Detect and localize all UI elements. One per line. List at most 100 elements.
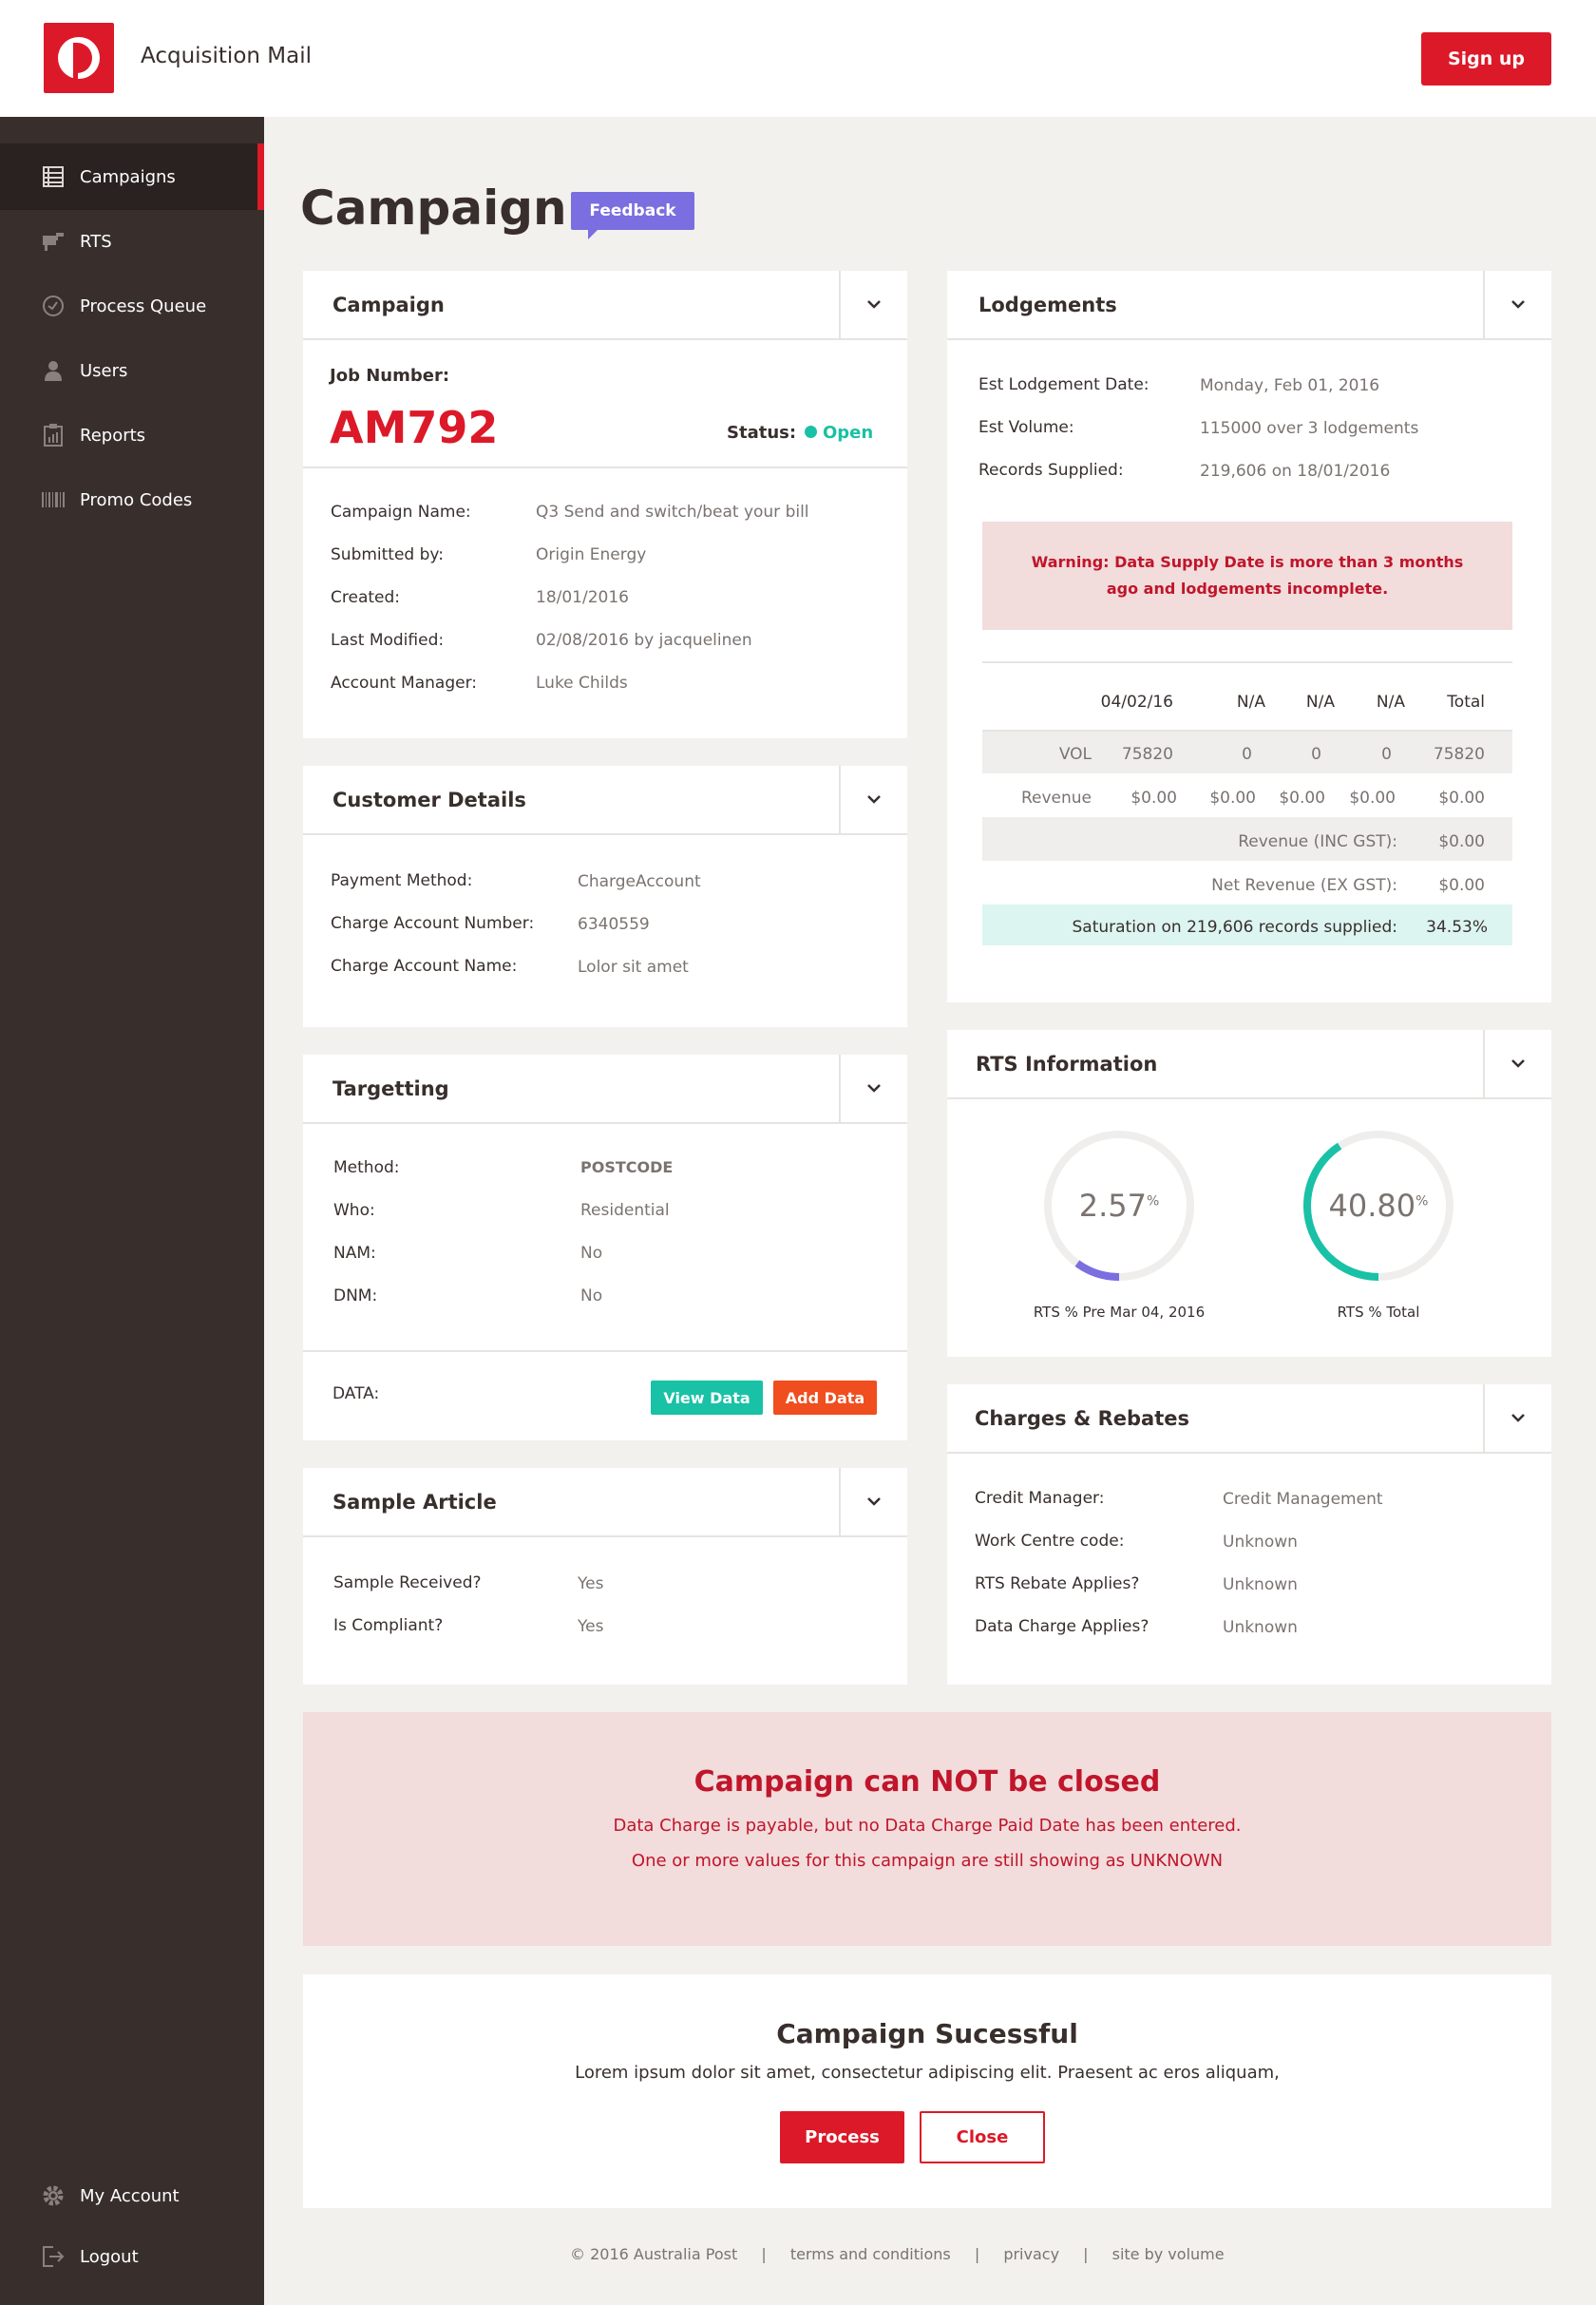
field-value: POSTCODE: [580, 1158, 674, 1176]
sign-up-button[interactable]: Sign up: [1421, 32, 1551, 86]
sidebar-item-reports[interactable]: Reports: [0, 402, 264, 468]
sidebar-item-label: Logout: [80, 2246, 139, 2267]
sidebar-item-promo-codes[interactable]: Promo Codes: [0, 467, 264, 533]
gear-icon: [42, 2184, 65, 2207]
sidebar-item-campaigns[interactable]: Campaigns: [0, 143, 264, 210]
close-button[interactable]: Close: [920, 2111, 1045, 2163]
card-title: Campaign: [332, 293, 445, 316]
card-title: Targetting: [332, 1076, 449, 1100]
warning-line: ago and lodgements incomplete.: [1106, 580, 1389, 598]
sidebar-item-logout[interactable]: Logout: [0, 2223, 264, 2290]
card-header: Lodgements: [947, 271, 1551, 340]
table-cell: $0.00: [1130, 789, 1177, 808]
field-label: RTS Rebate Applies?: [975, 1574, 1140, 1593]
table-cell: 0: [1381, 745, 1392, 764]
field-value: No: [580, 1286, 603, 1305]
field-value: Monday, Feb 01, 2016: [1200, 376, 1380, 395]
chevron-down-icon[interactable]: [839, 1055, 907, 1122]
field-value: 219,606 on 18/01/2016: [1200, 462, 1391, 481]
table-cell: 75820: [1433, 745, 1485, 764]
table-cell: $0.00: [1349, 789, 1396, 808]
sidebar-item-label: Promo Codes: [80, 489, 193, 510]
sidebar-item-label: Reports: [80, 425, 146, 446]
table-header: Total: [1447, 693, 1485, 712]
status-value: Open: [823, 423, 874, 443]
footer-separator: |: [1083, 2245, 1089, 2263]
copyright: © 2016 Australia Post: [570, 2245, 738, 2263]
logout-icon: [42, 2245, 65, 2268]
gauge-value: 2.57%: [1041, 1188, 1197, 1224]
field-value: Unknown: [1223, 1575, 1298, 1594]
field-label: Last Modified:: [331, 631, 445, 650]
australia-post-logo[interactable]: [44, 23, 114, 93]
gauge-value: 40.80%: [1301, 1188, 1456, 1224]
sidebar-item-label: Process Queue: [80, 295, 207, 316]
field-label: Submitted by:: [331, 545, 444, 564]
field-label: Credit Manager:: [975, 1489, 1105, 1508]
gauge-number: 40.80: [1328, 1188, 1416, 1224]
sidebar-item-label: Campaigns: [80, 166, 176, 187]
privacy-link[interactable]: privacy: [1003, 2245, 1059, 2263]
table-cell: $0.00: [1438, 876, 1485, 895]
feedback-button[interactable]: Feedback: [571, 192, 694, 239]
sidebar-item-rts[interactable]: RTS: [0, 208, 264, 275]
row-label: Net Revenue (EX GST):: [1211, 876, 1397, 895]
chevron-down-icon[interactable]: [1483, 271, 1551, 338]
footer-separator: |: [761, 2245, 767, 2263]
card-title: Charges & Rebates: [975, 1406, 1189, 1430]
sidebar-item-label: RTS: [80, 231, 112, 252]
view-data-button[interactable]: View Data: [651, 1381, 763, 1415]
campaign-card: Campaign Job Number: AM792 Status: Open …: [303, 271, 907, 738]
table-cell: $0.00: [1438, 789, 1485, 808]
table-header: N/A: [1376, 693, 1405, 712]
terms-link[interactable]: terms and conditions: [790, 2245, 951, 2263]
field-label: NAM:: [333, 1244, 376, 1263]
success-text: Lorem ipsum dolor sit amet, consectetur …: [575, 2063, 1280, 2083]
table-cell: $0.00: [1438, 832, 1485, 851]
field-label: DNM:: [333, 1286, 378, 1305]
card-header: Customer Details: [303, 766, 907, 835]
table-header: N/A: [1236, 693, 1265, 712]
field-label: Est Volume:: [978, 418, 1074, 437]
card-title: Sample Article: [332, 1490, 497, 1514]
field-label: Est Lodgement Date:: [978, 375, 1150, 394]
field-value: 18/01/2016: [536, 588, 629, 607]
field-label: Records Supplied:: [978, 461, 1124, 480]
footer: © 2016 Australia Post | terms and condit…: [570, 2245, 1225, 2263]
add-data-button[interactable]: Add Data: [773, 1381, 877, 1415]
chevron-down-icon[interactable]: [839, 766, 907, 833]
table-cell: 34.53%: [1426, 918, 1488, 937]
lodgement-table: 04/02/16 N/A N/A N/A Total VOL 75820 0 0…: [982, 661, 1512, 946]
table-cell: $0.00: [1279, 789, 1325, 808]
field-label: Charge Account Number:: [331, 914, 535, 933]
rts-information-card: RTS Information 2.57% RTS % Pre Mar 04, …: [947, 1030, 1551, 1357]
sidebar-item-label: Users: [80, 360, 128, 381]
field-value: Residential: [580, 1201, 670, 1220]
card-title: RTS Information: [976, 1052, 1158, 1076]
field-value: Unknown: [1223, 1533, 1298, 1552]
field-label: Charge Account Name:: [331, 957, 518, 976]
sidebar-item-users[interactable]: Users: [0, 337, 264, 404]
table-header: N/A: [1305, 693, 1335, 712]
chevron-down-icon[interactable]: [839, 1468, 907, 1535]
field-value: Luke Childs: [536, 674, 628, 693]
sidebar-item-my-account[interactable]: My Account: [0, 2162, 264, 2229]
site-by-link[interactable]: site by volume: [1112, 2245, 1225, 2263]
row-label: Saturation on 219,606 records supplied:: [1072, 918, 1397, 937]
field-value: Credit Management: [1223, 1490, 1383, 1509]
close-warning-panel: Campaign can NOT be closed Data Charge i…: [303, 1712, 1551, 1946]
gauge-number: 2.57: [1078, 1188, 1147, 1224]
card-header: RTS Information: [947, 1030, 1551, 1099]
field-value: Q3 Send and switch/beat your bill: [536, 503, 809, 522]
field-value: 02/08/2016 by jacquelinen: [536, 631, 752, 650]
row-label: Revenue: [1020, 789, 1092, 808]
chevron-down-icon[interactable]: [839, 271, 907, 338]
chevron-down-icon[interactable]: [1483, 1030, 1551, 1097]
sidebar-item-process-queue[interactable]: Process Queue: [0, 273, 264, 339]
process-button[interactable]: Process: [780, 2111, 904, 2163]
warning-line: Warning: Data Supply Date is more than 3…: [1031, 553, 1464, 571]
chevron-down-icon[interactable]: [1483, 1384, 1551, 1452]
status-dot-icon: [805, 426, 817, 438]
card-header: Charges & Rebates: [947, 1384, 1551, 1454]
card-title: Lodgements: [978, 293, 1117, 316]
